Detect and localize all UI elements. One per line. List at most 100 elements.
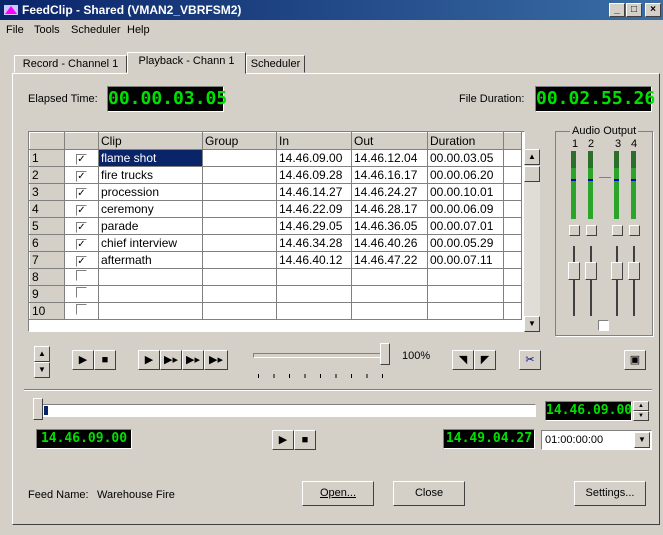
duration-cell[interactable] [427,285,504,303]
row-checkbox-cell[interactable]: ✓ [64,200,99,218]
settings-button[interactable]: Settings... [574,481,646,506]
duration-cell[interactable]: 00.00.10.01 [427,183,504,201]
tab-scheduler[interactable]: Scheduler [246,55,305,73]
duration-cell[interactable]: 00.00.06.09 [427,200,504,218]
column-header-group[interactable]: Group [202,132,277,150]
menu-tools[interactable]: Tools [34,24,60,36]
row-checkbox-cell[interactable]: ✓ [64,166,99,184]
group-cell[interactable] [202,149,277,167]
transport-play-button[interactable]: ▶ [272,430,294,450]
scroll-track[interactable] [524,182,540,316]
group-cell[interactable] [202,251,277,269]
column-header-clip[interactable]: Clip [98,132,203,150]
clip-cell[interactable]: ceremony [98,200,203,218]
cut-button[interactable]: ✂ [519,350,541,370]
clip-play-button[interactable]: ▶ [72,350,94,370]
row-checkbox-cell[interactable]: ✓ [64,217,99,235]
mark-in-button[interactable]: ◥ [452,350,474,370]
row-down-button[interactable]: ▼ [34,362,50,378]
duration-cell[interactable] [427,302,504,320]
row-up-button[interactable]: ▲ [34,346,50,362]
duration-cell[interactable]: 00.00.07.01 [427,217,504,235]
out-cell[interactable]: 14.46.40.26 [351,234,428,252]
clip-cell[interactable] [98,268,203,286]
clip-cell[interactable]: chief interview [98,234,203,252]
in-cell[interactable] [276,302,352,320]
group-cell[interactable] [202,183,277,201]
tab-record[interactable]: Record - Channel 1 [14,55,127,73]
table-row[interactable]: 4 ✓ ceremony 14.46.22.09 14.46.28.17 00.00.06… [29,200,522,218]
channel-4-mute-button[interactable] [629,225,640,236]
row-checkbox[interactable]: ✓ [76,205,87,216]
clip-cell[interactable]: parade [98,217,203,235]
channel-2-mute-button[interactable] [586,225,597,236]
row-checkbox[interactable]: ✓ [76,154,87,165]
in-cell[interactable]: 14.46.34.28 [276,234,352,252]
table-row[interactable]: 1 ✓ flame shot 14.46.09.00 14.46.12.04 00.00.… [29,149,522,167]
menu-scheduler[interactable]: Scheduler [71,24,121,36]
table-row[interactable]: 6 ✓ chief interview 14.46.34.28 14.46.40.26 0… [29,234,522,252]
column-header-out[interactable]: Out [351,132,428,150]
in-cell[interactable]: 14.46.09.00 [276,149,352,167]
duration-cell[interactable]: 00.00.06.20 [427,166,504,184]
clip-cell[interactable] [98,285,203,303]
close-button[interactable]: Close [393,481,465,506]
row-checkbox-cell[interactable]: ✓ [64,183,99,201]
scroll-down-button[interactable]: ▼ [524,316,540,332]
maximize-button[interactable]: □ [626,3,642,17]
in-cell[interactable]: 14.46.29.05 [276,217,352,235]
menu-help[interactable]: Help [127,24,150,36]
duration-cell[interactable]: 00.00.05.29 [427,234,504,252]
clip-grid[interactable]: Clip Group In Out Duration 1 ✓ flame shot 1… [28,131,525,332]
out-cell[interactable]: 14.46.36.05 [351,217,428,235]
scroll-up-button[interactable]: ▲ [524,149,540,165]
timecode-up-button[interactable]: ▲ [633,401,649,411]
play-next-button[interactable]: ▶▸ [160,350,182,370]
table-row[interactable]: 2 ✓ fire trucks 14.46.09.28 14.46.16.17 00.00… [29,166,522,184]
timecode-down-button[interactable]: ▼ [633,411,649,421]
row-checkbox[interactable]: ✓ [76,256,87,267]
play-sequence-button[interactable]: ▶▸ [182,350,204,370]
in-cell[interactable] [276,285,352,303]
out-cell[interactable] [351,302,428,320]
table-row[interactable]: 10 [29,302,522,320]
out-cell[interactable] [351,285,428,303]
row-checkbox[interactable] [76,287,87,298]
audio-link-checkbox[interactable] [598,320,609,331]
clip-cell[interactable]: flame shot [98,149,203,167]
audio-fader-4[interactable] [628,262,640,280]
table-row[interactable]: 7 ✓ aftermath 14.46.40.12 14.46.47.22 00.00.0… [29,251,522,269]
jump-select[interactable]: 01:00:00:00 ▼ [541,430,652,450]
minimize-button[interactable]: _ [609,3,625,17]
tab-playback[interactable]: Playback - Chann 1 [127,52,246,74]
duration-cell[interactable] [427,268,504,286]
row-checkbox-cell[interactable]: ✓ [64,234,99,252]
out-cell[interactable]: 14.46.16.17 [351,166,428,184]
menu-file[interactable]: File [6,24,24,36]
preview-monitor-button[interactable]: ▣ [624,350,646,370]
group-cell[interactable] [202,200,277,218]
table-row[interactable]: 5 ✓ parade 14.46.29.05 14.46.36.05 00.00.07.0… [29,217,522,235]
group-cell[interactable] [202,268,277,286]
column-header-in[interactable]: In [276,132,352,150]
chevron-down-icon[interactable]: ▼ [634,432,650,448]
transport-stop-button[interactable]: ■ [294,430,316,450]
group-cell[interactable] [202,302,277,320]
table-row[interactable]: 9 [29,285,522,303]
audio-fader-1[interactable] [568,262,580,280]
row-checkbox[interactable]: ✓ [76,171,87,182]
channel-1-mute-button[interactable] [569,225,580,236]
group-cell[interactable] [202,166,277,184]
row-checkbox[interactable]: ✓ [76,188,87,199]
row-checkbox-cell[interactable] [64,285,99,303]
row-checkbox-cell[interactable]: ✓ [64,149,99,167]
row-checkbox[interactable]: ✓ [76,239,87,250]
row-checkbox-cell[interactable]: ✓ [64,251,99,269]
channel-3-mute-button[interactable] [612,225,623,236]
speed-slider-thumb[interactable] [380,343,390,365]
play-clip-button[interactable]: ▶ [138,350,160,370]
in-cell[interactable]: 14.46.09.28 [276,166,352,184]
in-cell[interactable]: 14.46.22.09 [276,200,352,218]
play-all-button[interactable]: ▶▸ [204,350,228,370]
group-cell[interactable] [202,285,277,303]
